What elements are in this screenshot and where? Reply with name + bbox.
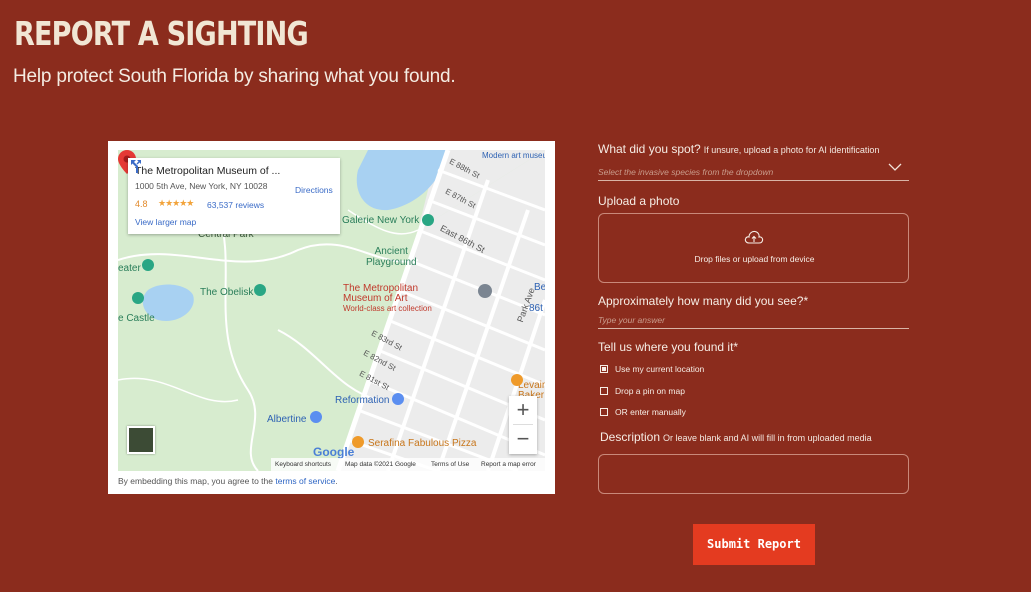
- store-icon: [392, 393, 404, 405]
- satellite-toggle[interactable]: [127, 426, 155, 454]
- google-logo: Google: [313, 445, 355, 459]
- castle-icon: [132, 292, 144, 304]
- location-question: Tell us where you found it*: [598, 340, 739, 354]
- reviews-link[interactable]: 63,537 reviews: [207, 200, 264, 210]
- embedded-map[interactable]: Modern art museum E 88th St E 87th St Ga…: [118, 150, 545, 471]
- place-name: The Metropolitan Museum of ...: [135, 165, 280, 177]
- photo-question: Upload a photo: [598, 194, 680, 208]
- count-question: Approximately how many did you see?*: [598, 294, 809, 308]
- map-label-reformation: Reformation: [335, 395, 390, 406]
- zoom-out-button[interactable]: −: [509, 425, 537, 453]
- map-label-obelisk: The Obelisk: [200, 287, 254, 298]
- chevron-down-icon[interactable]: [888, 163, 902, 172]
- page-title: REPORT A SIGHTING: [14, 14, 309, 53]
- species-underline: [598, 180, 909, 181]
- description-textarea[interactable]: [598, 454, 909, 494]
- photo-upload-dropzone[interactable]: Drop files or upload from device: [598, 213, 909, 283]
- bakery-icon: [511, 374, 523, 386]
- manual-label: OR enter manually: [615, 407, 686, 417]
- checkbox-manual[interactable]: [600, 408, 608, 416]
- obelisk-icon: [254, 284, 266, 296]
- upload-instruction: Drop files or upload from device: [694, 254, 815, 264]
- place-address: 1000 5th Ave, New York, NY 10028: [135, 181, 268, 191]
- zoom-in-button[interactable]: +: [509, 396, 537, 424]
- page-subtitle: Help protect South Florida by sharing wh…: [13, 66, 456, 87]
- map-label-modern-art: Modern art museum: [482, 151, 545, 160]
- species-label: What did you spot?: [598, 142, 701, 156]
- map-label-86t: 86t: [529, 303, 543, 314]
- map-label-galerie: Galerie New York: [342, 215, 420, 226]
- star-rating-icon: ★★★★★: [158, 198, 194, 208]
- map-label-castle: e Castle: [118, 313, 155, 324]
- place-rating: 4.8: [135, 199, 148, 209]
- map-card: Modern art museum E 88th St E 87th St Ga…: [108, 141, 555, 494]
- species-dropdown[interactable]: Select the invasive species from the dro…: [598, 167, 773, 177]
- terms-of-service-link[interactable]: terms of service: [275, 476, 335, 486]
- map-label-met-sub: World-class art collection: [343, 304, 432, 313]
- map-label-met: The Metropolitan Museum of Art: [343, 283, 419, 304]
- theater-icon: [142, 259, 154, 271]
- map-label-theater: eater: [118, 263, 141, 274]
- bookstore-icon: [310, 411, 322, 423]
- cloud-upload-icon: [744, 230, 764, 244]
- map-label-ancient-playground: Ancient Playground: [366, 246, 417, 268]
- description-question: Description Or leave blank and AI will fi…: [600, 430, 872, 444]
- keyboard-shortcuts-link[interactable]: Keyboard shortcuts: [275, 461, 331, 468]
- zoom-controls: + −: [509, 396, 537, 454]
- directions-link[interactable]: Directions: [295, 185, 333, 195]
- place-info-card: The Metropolitan Museum of ... 1000 5th …: [128, 158, 340, 234]
- map-label-serafina: Serafina Fabulous Pizza: [368, 438, 477, 449]
- report-map-error-link[interactable]: Report a map error: [481, 461, 536, 468]
- description-hint: Or leave blank and AI will fill in from …: [663, 433, 872, 443]
- school-icon: [478, 284, 492, 298]
- species-question: What did you spot? If unsure, upload a ph…: [598, 142, 879, 156]
- map-attribution: Keyboard shortcuts Map data ©2021 Google…: [271, 458, 545, 471]
- terms-of-use-link[interactable]: Terms of Use: [431, 461, 469, 468]
- terms-prefix: By embedding this map, you agree to the: [118, 476, 273, 486]
- view-larger-map-link[interactable]: View larger map: [135, 217, 196, 227]
- map-label-albertine: Albertine: [267, 414, 307, 425]
- checkbox-current-location[interactable]: [600, 365, 608, 373]
- count-input[interactable]: Type your answer: [598, 315, 665, 325]
- map-terms-text: By embedding this map, you agree to the …: [118, 476, 338, 486]
- count-underline: [598, 328, 909, 329]
- species-hint: If unsure, upload a photo for AI identif…: [703, 145, 880, 155]
- drop-pin-label: Drop a pin on map: [615, 386, 685, 396]
- gallery-icon: [422, 214, 434, 226]
- current-location-label: Use my current location: [615, 364, 705, 374]
- checkbox-drop-pin[interactable]: [600, 387, 608, 395]
- terms-suffix: .: [335, 476, 338, 486]
- submit-report-button[interactable]: Submit Report: [693, 524, 815, 565]
- map-data-text: Map data ©2021 Google: [345, 461, 416, 468]
- directions-icon[interactable]: [128, 158, 144, 174]
- description-label: Description: [600, 430, 661, 444]
